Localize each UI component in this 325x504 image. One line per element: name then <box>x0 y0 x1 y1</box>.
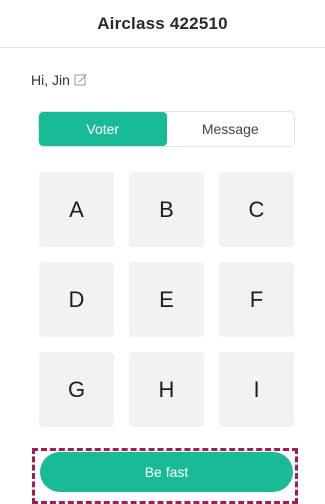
mode-tabs: Voter Message <box>38 111 295 147</box>
be-fast-button[interactable]: Be fast <box>40 452 293 492</box>
option-b-button[interactable]: B <box>129 172 204 247</box>
tab-message[interactable]: Message <box>166 112 294 146</box>
option-e-button[interactable]: E <box>129 262 204 337</box>
option-i-button[interactable]: I <box>219 352 294 427</box>
app-header: Airclass 422510 <box>0 0 325 48</box>
tab-voter[interactable]: Voter <box>39 112 167 146</box>
option-f-button[interactable]: F <box>219 262 294 337</box>
greeting-text: Hi, Jin <box>31 72 70 88</box>
answer-grid: A B C D E F G H I <box>39 172 295 427</box>
page-title: Airclass 422510 <box>97 13 228 33</box>
option-c-button[interactable]: C <box>219 172 294 247</box>
option-g-button[interactable]: G <box>39 352 114 427</box>
greeting: Hi, Jin <box>31 72 88 88</box>
option-d-button[interactable]: D <box>39 262 114 337</box>
option-a-button[interactable]: A <box>39 172 114 247</box>
edit-icon[interactable] <box>74 73 88 87</box>
option-h-button[interactable]: H <box>129 352 204 427</box>
